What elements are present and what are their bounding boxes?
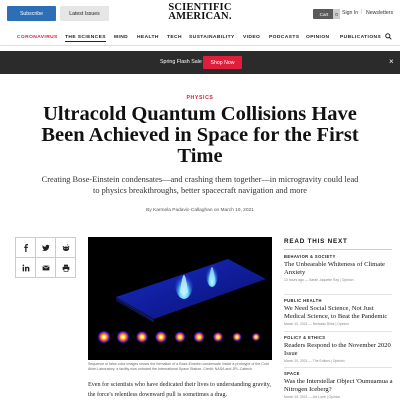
list-item-category[interactable]: POLICY & ETHICS — [284, 335, 394, 340]
nav-item-coronavirus[interactable]: CORONAVIRUS — [17, 35, 58, 40]
cart-count: 0 — [333, 9, 340, 19]
list-item[interactable]: SPACE Was the Interstellar Object 'Oumua… — [284, 371, 394, 399]
nav-item-the-sciences[interactable]: THE SCIENCES — [65, 35, 106, 42]
article-body-paragraph: Even for scientists who have dedicated t… — [88, 382, 271, 398]
sign-in-link[interactable]: Sign In — [342, 10, 358, 16]
article-kicker[interactable]: PHYSICS — [0, 95, 400, 101]
reddit-icon[interactable] — [55, 237, 76, 258]
promo-text: Spring Flash Sale — [160, 59, 202, 65]
site-logo[interactable]: SCIENTIFIC AMERICAN. — [150, 2, 250, 22]
bose-einstein-condensate-image — [88, 237, 272, 360]
list-item-headline[interactable]: Was the Interstellar Object 'Oumuamua a … — [284, 378, 394, 394]
close-icon[interactable]: × — [389, 57, 394, 66]
image-caption: Sequence of false color images shows the… — [88, 362, 269, 371]
nav-item-health[interactable]: HEALTH — [137, 35, 159, 40]
search-icon[interactable] — [385, 33, 392, 42]
cart-button[interactable]: Cart 0 — [313, 9, 340, 19]
list-item-category[interactable]: BEHAVIOR & SOCIETY — [284, 254, 394, 259]
list-item[interactable]: PUBLIC HEALTH We Need Social Science, No… — [284, 298, 394, 326]
read-this-next-title: READ THIS NEXT — [284, 238, 348, 245]
print-icon[interactable] — [55, 257, 76, 278]
shop-now-button[interactable]: Shop Now — [203, 56, 242, 69]
cart-label: Cart — [319, 11, 329, 17]
article-dek: Creating Bose-Einstein condensates—and c… — [41, 175, 359, 195]
nav-item-publications[interactable]: PUBLICATIONS — [340, 35, 381, 40]
list-item-meta: March 10, 2021 — The Editors | Opinion — [284, 359, 345, 363]
facebook-icon[interactable] — [15, 237, 36, 258]
list-item[interactable]: POLICY & ETHICS Readers Respond to the N… — [284, 335, 394, 363]
nav-item-video[interactable]: VIDEO — [243, 35, 260, 40]
list-item-meta: March 10, 2021 — Nicholas Dirks | Opinio… — [284, 322, 349, 326]
list-item[interactable]: BEHAVIOR & SOCIETY The Unbearable Whiten… — [284, 254, 394, 282]
promo-banner: Spring Flash Sale Shop Now × — [0, 51, 400, 74]
latest-issues-button[interactable]: Latest Issues — [60, 6, 109, 21]
divider — [284, 294, 392, 295]
article-byline: By Karmela Padavic-Callaghan on March 19… — [146, 208, 254, 213]
divider — [284, 367, 392, 368]
list-item-headline[interactable]: The Unbearable Whiteness of Climate Anxi… — [284, 261, 394, 277]
list-item-meta: 13 hours ago — Sarah Jaquette Ray | Opin… — [284, 278, 354, 282]
email-icon[interactable] — [35, 257, 56, 278]
nav-item-sustainability[interactable]: SUSTAINABILITY — [189, 35, 235, 40]
article-headline: Ultracold Quantum Collisions Have Been A… — [41, 103, 359, 167]
subscribe-button[interactable]: Subscribe — [7, 6, 56, 21]
nav-item-mind[interactable]: MIND — [114, 35, 128, 40]
twitter-icon[interactable] — [35, 237, 56, 258]
newsletters-link[interactable]: Newsletters — [366, 10, 393, 16]
list-item-category[interactable]: SPACE — [284, 371, 394, 376]
list-item-headline[interactable]: Readers Respond to the November 2020 Iss… — [284, 342, 394, 358]
list-item-category[interactable]: PUBLIC HEALTH — [284, 298, 394, 303]
separator: | — [361, 9, 363, 15]
nav-item-podcasts[interactable]: PODCASTS — [269, 35, 299, 40]
list-item-meta: March 19, 2021 — Avi Loeb | Opinion — [284, 395, 341, 399]
main-nav: CORONAVIRUS THE SCIENCES MIND HEALTH TEC… — [0, 30, 400, 46]
article-hero-image[interactable] — [88, 237, 272, 360]
divider — [284, 331, 392, 332]
nav-item-tech[interactable]: TECH — [167, 35, 182, 40]
nav-item-opinion[interactable]: OPINION — [306, 35, 329, 40]
divider — [284, 249, 392, 250]
list-item-headline[interactable]: We Need Social Science, Not Just Medical… — [284, 305, 394, 321]
linkedin-icon[interactable] — [15, 257, 36, 278]
top-bar: Subscribe Latest Issues SCIENTIFIC AMERI… — [0, 0, 400, 30]
logo-line-2: AMERICAN. — [168, 11, 232, 22]
